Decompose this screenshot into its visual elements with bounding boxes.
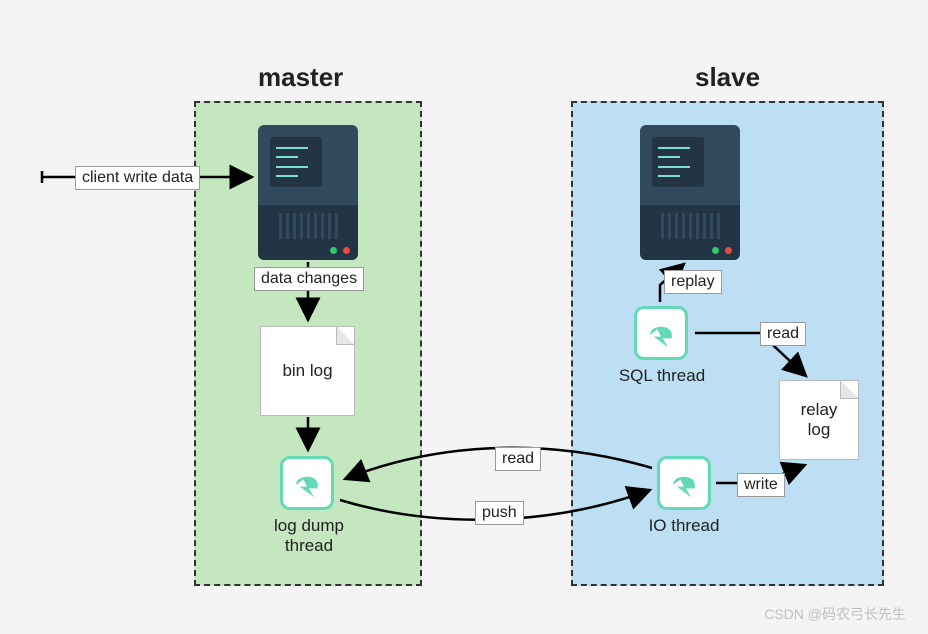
write-label: write bbox=[737, 473, 785, 497]
log-dump-thread-icon bbox=[280, 456, 334, 510]
slave-server-icon bbox=[640, 125, 740, 260]
master-server-icon bbox=[258, 125, 358, 260]
io-thread-icon bbox=[657, 456, 711, 510]
io-thread-label: IO thread bbox=[643, 516, 725, 536]
log-dump-thread-label: log dump thread bbox=[262, 516, 356, 556]
read-label-io: read bbox=[495, 447, 541, 471]
sql-thread-label: SQL thread bbox=[612, 366, 712, 386]
master-title: master bbox=[258, 62, 343, 93]
client-write-label: client write data bbox=[75, 166, 200, 190]
bin-log-document: bin log bbox=[260, 326, 355, 416]
sql-thread-icon bbox=[634, 306, 688, 360]
read-label-sql: read bbox=[760, 322, 806, 346]
relay-log-document: relay log bbox=[779, 380, 859, 460]
bin-log-label: bin log bbox=[282, 361, 332, 381]
replay-label: replay bbox=[664, 270, 722, 294]
push-label: push bbox=[475, 501, 524, 525]
data-changes-label: data changes bbox=[254, 267, 364, 291]
slave-title: slave bbox=[695, 62, 760, 93]
relay-log-label: relay log bbox=[801, 400, 838, 440]
watermark: CSDN @码农弓长先生 bbox=[764, 604, 906, 624]
